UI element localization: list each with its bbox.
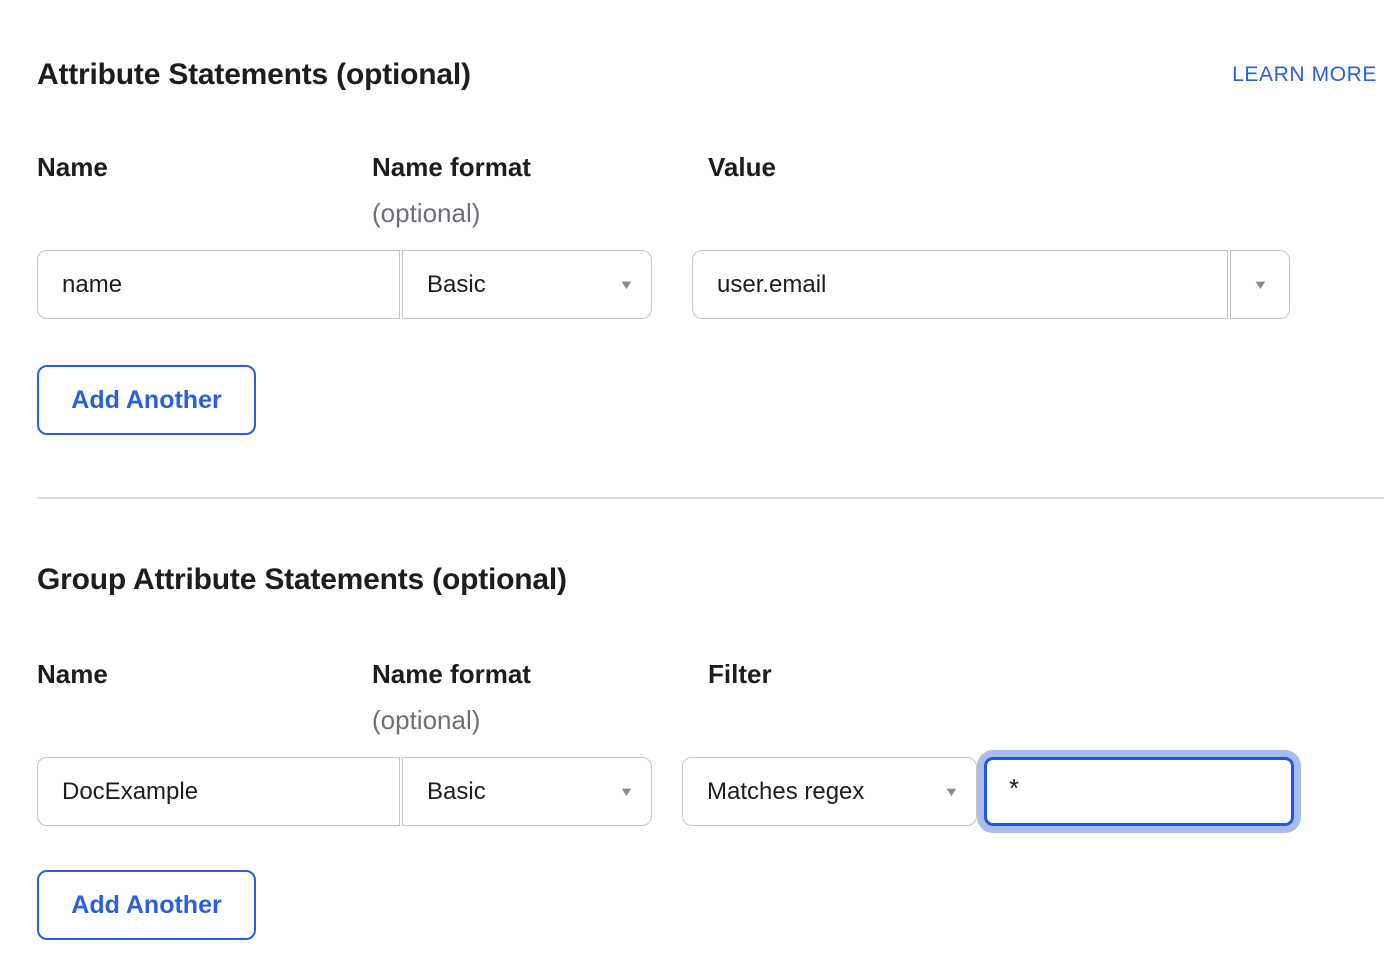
attribute-statements-header: Attribute Statements (optional) LEARN MO… bbox=[37, 58, 1377, 92]
attribute-name-format-selected: Basic bbox=[427, 271, 486, 299]
group-filter-type-selected: Matches regex bbox=[707, 778, 864, 806]
column-header-name-format: Name format bbox=[372, 152, 708, 182]
attribute-statements-column-headers: Name Name format (optional) Value bbox=[37, 152, 1384, 228]
column-header-value: Value bbox=[708, 152, 1384, 182]
column-header-filter: Filter bbox=[708, 659, 1384, 689]
group-name-format-group: Basic ▼ bbox=[37, 757, 652, 826]
group-attribute-name-input[interactable] bbox=[37, 757, 400, 826]
group-filter-value-input[interactable] bbox=[984, 757, 1294, 826]
add-another-attribute-button[interactable]: Add Another bbox=[37, 365, 256, 435]
dropdown-caret-icon: ▼ bbox=[944, 785, 960, 798]
column-header-name: Name bbox=[37, 152, 372, 182]
attribute-value-dropdown-button[interactable]: ▼ bbox=[1230, 250, 1290, 319]
column-header-name-format-hint: (optional) bbox=[372, 198, 708, 228]
column-header-name-format-hint: (optional) bbox=[372, 705, 708, 735]
attribute-statement-row: Basic ▼ ▼ bbox=[37, 250, 1384, 319]
group-attribute-statement-row: Basic ▼ Matches regex ▼ bbox=[37, 757, 1384, 826]
section-divider bbox=[37, 497, 1384, 499]
group-filter-type-select[interactable]: Matches regex ▼ bbox=[682, 757, 977, 826]
saml-settings-page: Attribute Statements (optional) LEARN MO… bbox=[0, 0, 1384, 974]
column-header-name-format-wrap: Name format (optional) bbox=[372, 659, 708, 735]
group-attribute-statements-column-headers: Name Name format (optional) Filter bbox=[37, 659, 1384, 735]
column-header-name-format-wrap: Name format (optional) bbox=[372, 152, 708, 228]
add-another-group-attribute-button[interactable]: Add Another bbox=[37, 870, 256, 940]
dropdown-caret-icon: ▼ bbox=[619, 278, 635, 291]
attribute-value-combobox: ▼ bbox=[692, 250, 1290, 319]
dropdown-caret-icon: ▼ bbox=[1252, 278, 1268, 291]
group-name-format-selected: Basic bbox=[427, 778, 486, 806]
learn-more-link[interactable]: LEARN MORE bbox=[1232, 60, 1377, 90]
column-header-name: Name bbox=[37, 659, 372, 689]
group-attribute-statements-title: Group Attribute Statements (optional) bbox=[37, 563, 1384, 597]
dropdown-caret-icon: ▼ bbox=[619, 785, 635, 798]
attribute-statements-title: Attribute Statements (optional) bbox=[37, 58, 471, 92]
group-name-format-select[interactable]: Basic ▼ bbox=[402, 757, 652, 826]
column-header-name-format: Name format bbox=[372, 659, 708, 689]
attribute-name-format-select[interactable]: Basic ▼ bbox=[402, 250, 652, 319]
attribute-name-input[interactable] bbox=[37, 250, 400, 319]
attribute-value-input[interactable] bbox=[692, 250, 1228, 319]
attribute-name-format-group: Basic ▼ bbox=[37, 250, 652, 319]
